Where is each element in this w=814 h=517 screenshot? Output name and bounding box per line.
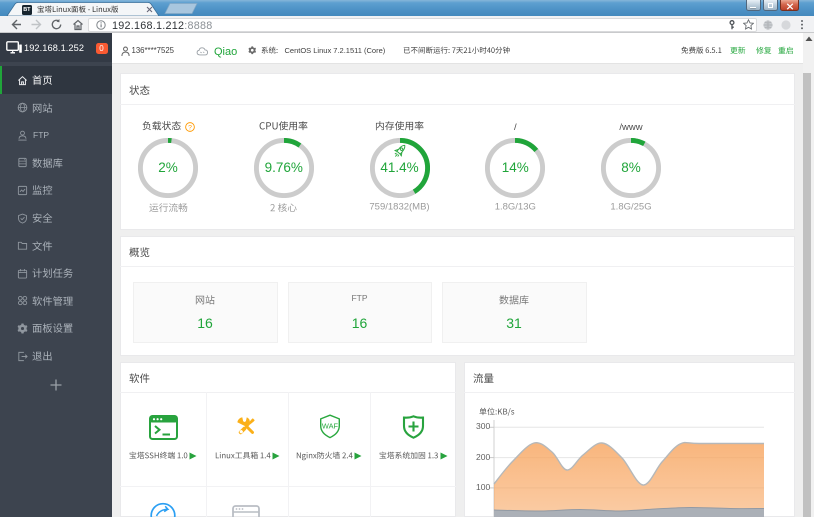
svg-text:?: ? [188, 124, 192, 131]
svg-text:WAF: WAF [321, 422, 338, 431]
